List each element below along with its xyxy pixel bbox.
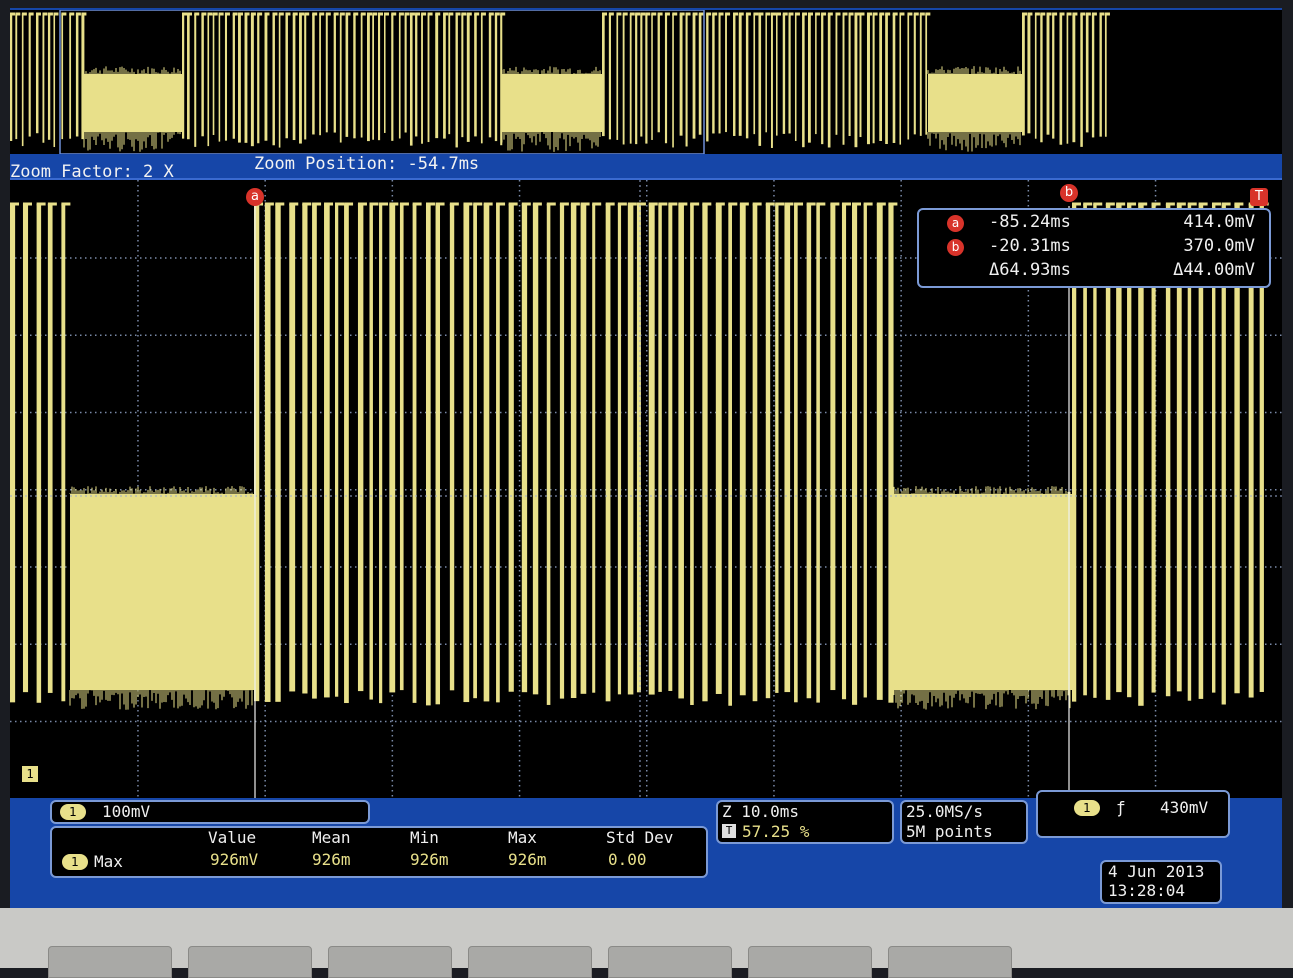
zoom-header: Zoom Factor: 2 X Zoom Position: -54.7ms: [10, 154, 1282, 182]
cursor-b-readout: b -20.31ms 370.0mV: [919, 236, 1269, 260]
zoom-waveform-area[interactable]: a b T a -85.24ms 414.0mV b -20.31ms 370.…: [10, 178, 1282, 798]
channel-1-badge: 1: [60, 804, 86, 820]
trigger-level: 430mV: [1160, 798, 1209, 817]
overview-trace: [10, 10, 1110, 154]
channel-1-scale-panel[interactable]: 1 100mV: [50, 800, 370, 824]
channel-1-ground-marker[interactable]: 1: [22, 766, 38, 782]
bezel-button-3[interactable]: [328, 946, 452, 978]
cursor-a-icon: a: [947, 215, 964, 232]
bezel-button-4[interactable]: [468, 946, 592, 978]
bezel-button-6[interactable]: [748, 946, 872, 978]
cursor-b-icon: b: [947, 239, 964, 256]
bezel-button-2[interactable]: [188, 946, 312, 978]
sample-rate: 25.0MS/s: [906, 802, 984, 821]
meas-header-mean: Mean: [312, 828, 351, 847]
zoom-position-label: Zoom Position: -54.7ms: [254, 154, 480, 174]
measurement-table[interactable]: 1 Max Value Mean Min Max Std Dev 926mV 9…: [50, 826, 708, 878]
overview-waveform: [10, 10, 1282, 154]
cursor-delta-readout: Δ64.93ms Δ44.00mV: [919, 260, 1269, 284]
meas-header-min: Min: [410, 828, 439, 847]
acquisition-panel[interactable]: 25.0MS/s 5M points: [900, 800, 1028, 844]
trigger-source-badge: 1: [1074, 800, 1100, 816]
meas-mean: 926m: [312, 850, 351, 869]
cursor-b-voltage: 370.0mV: [1183, 236, 1255, 256]
cursor-a-voltage: 414.0mV: [1183, 212, 1255, 232]
meas-max: 926m: [508, 850, 547, 869]
measurement-channel-badge: 1: [62, 854, 88, 870]
trigger-position-marker: T: [1250, 188, 1268, 206]
scope-bezel: [0, 908, 1293, 978]
measurement-name: Max: [94, 852, 123, 871]
date-label: 4 Jun 2013: [1108, 862, 1205, 881]
cursor-a-marker[interactable]: a: [246, 188, 264, 206]
trigger-position-percent: 57.25 %: [742, 822, 810, 841]
record-length: 5M points: [906, 822, 993, 841]
meas-std-dev: 0.00: [608, 850, 647, 869]
rising-edge-icon: ƒ: [1116, 798, 1126, 817]
cursor-readout: a -85.24ms 414.0mV b -20.31ms 370.0mV Δ6…: [917, 208, 1271, 288]
bezel-button-5[interactable]: [608, 946, 732, 978]
timebase-panel[interactable]: Z 10.0ms T 57.25 %: [716, 800, 894, 844]
scope-screen: Zoom Factor: 2 X Zoom Position: -54.7ms …: [10, 8, 1282, 908]
meas-header-value: Value: [208, 828, 257, 847]
bezel-button-1[interactable]: [48, 946, 172, 978]
cursor-b-time: -20.31ms: [989, 236, 1071, 256]
trigger-position-icon: T: [722, 824, 736, 838]
cursor-a-readout: a -85.24ms 414.0mV: [919, 212, 1269, 236]
timestamp-panel: 4 Jun 2013 13:28:04: [1100, 860, 1222, 904]
bezel-button-7[interactable]: [888, 946, 1012, 978]
time-label: 13:28:04: [1108, 881, 1186, 900]
meas-header-std-dev: Std Dev: [606, 828, 674, 847]
cursor-b-marker[interactable]: b: [1060, 184, 1078, 202]
zoom-timebase: Z 10.0ms: [722, 802, 800, 821]
meas-min: 926m: [410, 850, 449, 869]
delta-voltage: Δ44.00mV: [1173, 260, 1255, 280]
trigger-panel[interactable]: 1 ƒ 430mV: [1036, 790, 1230, 838]
meas-header-max: Max: [508, 828, 537, 847]
channel-1-scale: 100mV: [102, 802, 151, 821]
meas-value: 926mV: [210, 850, 259, 869]
delta-time: Δ64.93ms: [989, 260, 1071, 280]
cursor-a-time: -85.24ms: [989, 212, 1071, 232]
